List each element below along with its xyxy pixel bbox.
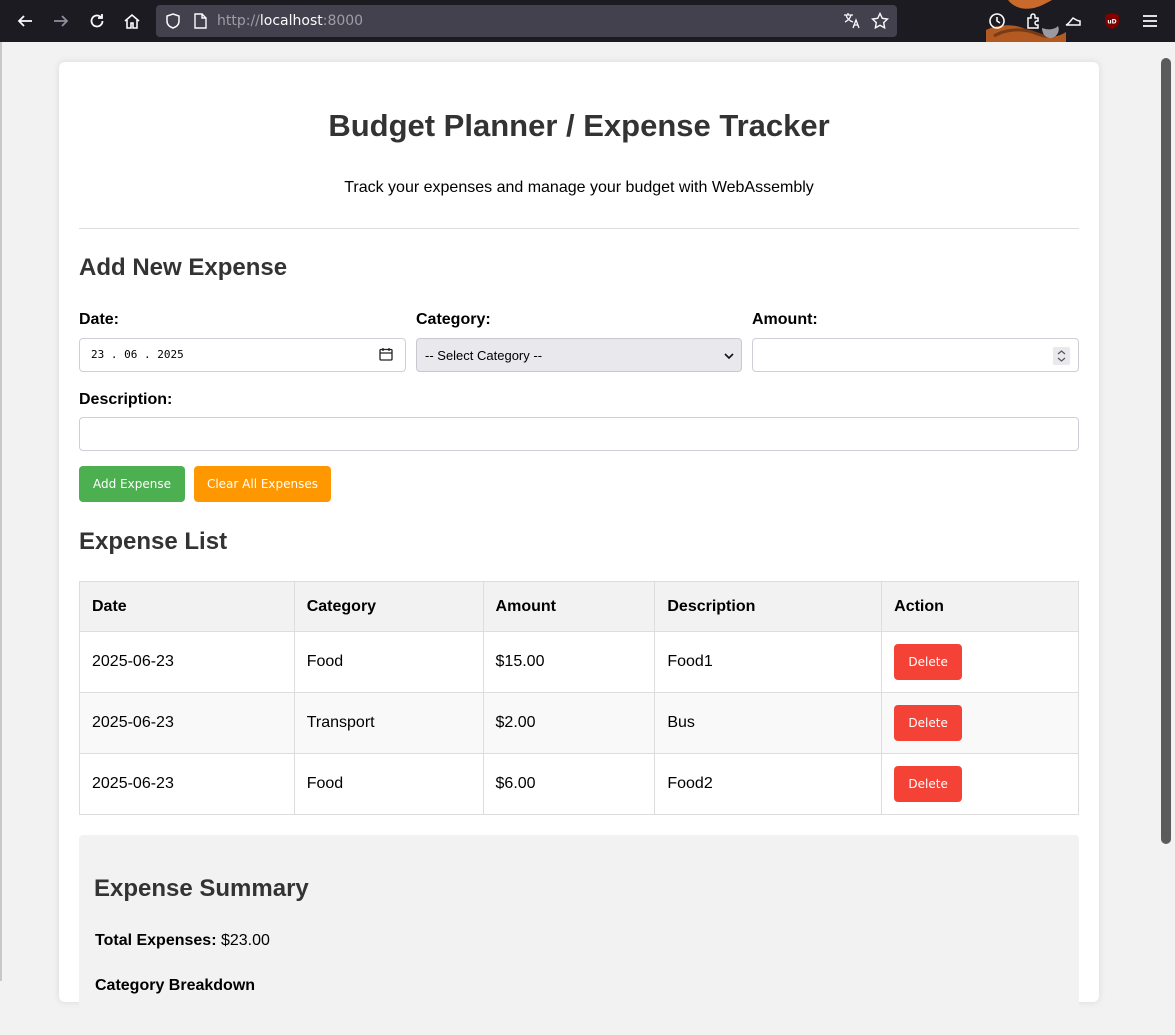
- total-expenses-value: $23.00: [220, 932, 270, 949]
- delete-button[interactable]: Delete: [894, 644, 963, 680]
- cell-date: 2025-06-23: [79, 753, 295, 815]
- description-input[interactable]: [79, 417, 1079, 451]
- total-expenses-label: Total Expenses:: [95, 932, 217, 949]
- back-icon[interactable]: [13, 9, 37, 33]
- expense-summary-heading: Expense Summary: [94, 875, 309, 902]
- page-title: Budget Planner / Expense Tracker: [328, 108, 830, 143]
- amount-input[interactable]: [752, 338, 1079, 372]
- date-label: Date:: [79, 311, 120, 328]
- url-bar[interactable]: http://localhost:8000: [156, 5, 897, 37]
- column-header-amount: Amount: [482, 581, 656, 632]
- forward-icon[interactable]: [49, 9, 73, 33]
- category-select[interactable]: -- Select Category --: [416, 338, 742, 372]
- page-subtitle: Track your expenses and manage your budg…: [344, 179, 814, 196]
- category-breakdown-label: Category Breakdown: [95, 977, 256, 994]
- cell-description: Bus: [654, 692, 883, 754]
- table-row: 2025-06-23 Food $15.00 Food1 Delete: [79, 631, 1079, 693]
- shield-icon[interactable]: [164, 12, 182, 30]
- page-icon[interactable]: [191, 12, 209, 30]
- cell-description: Food2: [654, 753, 883, 815]
- scrollbar-thumb[interactable]: [1161, 58, 1171, 844]
- cell-action: Delete: [881, 753, 1079, 815]
- clear-all-expenses-button[interactable]: Clear All Expenses: [194, 466, 331, 502]
- description-label: Description:: [79, 391, 173, 408]
- cell-action: Delete: [881, 692, 1079, 754]
- shoe-extension-icon[interactable]: [1061, 9, 1085, 33]
- cell-category: Transport: [293, 692, 484, 754]
- table-row: 2025-06-23 Transport $2.00 Bus Delete: [79, 692, 1079, 754]
- cell-description: Food1: [654, 631, 883, 693]
- add-expense-button[interactable]: Add Expense: [79, 466, 185, 502]
- cell-date: 2025-06-23: [79, 692, 295, 754]
- expense-list-heading: Expense List: [79, 528, 228, 555]
- main-container: Budget Planner / Expense Tracker Track y…: [59, 62, 1099, 1035]
- cell-category: Food: [293, 753, 484, 815]
- cell-amount: $6.00: [482, 753, 656, 815]
- column-header-action: Action: [881, 581, 1079, 632]
- total-expenses-line: Total Expenses: $23.00: [95, 932, 270, 950]
- cell-category: Food: [293, 631, 484, 693]
- translate-icon[interactable]: [843, 12, 861, 30]
- header-divider: [79, 228, 1079, 229]
- table-row: 2025-06-23 Food $6.00 Food2 Delete: [79, 753, 1079, 815]
- amount-label: Amount:: [752, 311, 818, 328]
- cell-action: Delete: [881, 631, 1079, 693]
- category-select-value: -- Select Category --: [425, 348, 543, 363]
- bookmark-star-icon[interactable]: [870, 11, 890, 30]
- date-input[interactable]: 23 . 06 . 2025: [79, 338, 406, 372]
- delete-button[interactable]: Delete: [894, 766, 963, 802]
- delete-button[interactable]: Delete: [894, 705, 963, 741]
- calendar-icon[interactable]: [379, 347, 393, 361]
- cell-date: 2025-06-23: [79, 631, 295, 693]
- table-header-row: Date Category Amount Description Action: [79, 581, 1079, 632]
- ublock-icon[interactable]: uD: [1100, 9, 1124, 33]
- cell-amount: $15.00: [482, 631, 656, 693]
- home-icon[interactable]: [120, 9, 144, 33]
- expense-table: Date Category Amount Description Action …: [79, 581, 1079, 815]
- reload-icon[interactable]: [85, 9, 109, 33]
- column-header-category: Category: [293, 581, 484, 632]
- chevron-down-icon: [723, 349, 735, 361]
- column-header-description: Description: [654, 581, 883, 632]
- number-spinner-icon[interactable]: [1053, 347, 1070, 365]
- history-icon[interactable]: [985, 9, 1009, 33]
- extensions-icon[interactable]: [1022, 9, 1046, 33]
- add-expense-heading: Add New Expense: [79, 254, 288, 281]
- svg-text:uD: uD: [1107, 19, 1116, 26]
- browser-toolbar: http://localhost:8000 uD: [0, 0, 1175, 42]
- window-edge: [0, 42, 2, 981]
- menu-icon[interactable]: [1138, 9, 1162, 33]
- column-header-date: Date: [79, 581, 295, 632]
- category-label: Category:: [416, 311, 491, 328]
- cell-amount: $2.00: [482, 692, 656, 754]
- url-text: http://localhost:8000: [217, 13, 364, 29]
- date-input-value: 23 . 06 . 2025: [91, 348, 184, 361]
- expense-summary-panel: Expense Summary Total Expenses: $23.00 C…: [79, 835, 1079, 1035]
